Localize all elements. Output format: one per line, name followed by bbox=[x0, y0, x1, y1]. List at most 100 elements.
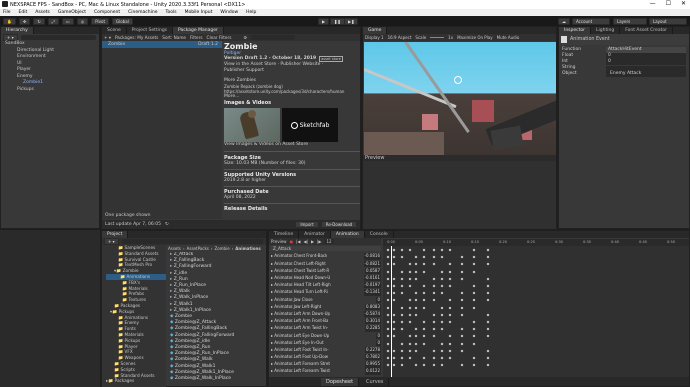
tab-animation[interactable]: Animation bbox=[330, 231, 365, 238]
keyframe[interactable] bbox=[432, 313, 436, 317]
tab-animator[interactable]: Animator bbox=[299, 231, 331, 238]
dopesheet-area[interactable] bbox=[383, 246, 689, 378]
tab-project-settings[interactable]: Project Settings bbox=[127, 27, 174, 34]
keyframe[interactable] bbox=[392, 327, 396, 331]
keyframe[interactable] bbox=[386, 270, 390, 274]
frame-field[interactable]: 12 bbox=[324, 239, 334, 244]
property-value[interactable]: 0.0122 bbox=[365, 368, 381, 375]
project-search-input[interactable] bbox=[121, 239, 263, 244]
property-value[interactable]: 0.7802 bbox=[365, 354, 381, 361]
keyframe[interactable] bbox=[386, 342, 390, 346]
keyframe[interactable] bbox=[460, 277, 464, 281]
scale-slider[interactable] bbox=[430, 37, 445, 38]
project-create-button[interactable]: + ▾ bbox=[104, 238, 119, 245]
keyframe[interactable] bbox=[422, 320, 426, 324]
keyframe[interactable] bbox=[400, 291, 404, 295]
keyframe[interactable] bbox=[486, 313, 490, 317]
menu-tools[interactable]: Tools bbox=[165, 10, 176, 15]
animation-property-row[interactable]: ▸ Animator.Left Forearm Twist 0.0122 bbox=[271, 368, 381, 375]
keyframe[interactable] bbox=[408, 349, 412, 353]
global-toggle[interactable]: Global bbox=[112, 17, 133, 25]
keyframe[interactable] bbox=[432, 356, 436, 360]
keyframe[interactable] bbox=[440, 320, 444, 324]
keyframe[interactable] bbox=[422, 255, 426, 259]
keyframe[interactable] bbox=[432, 284, 436, 288]
keyframe[interactable] bbox=[386, 298, 390, 302]
rect-tool-button[interactable]: ▭ bbox=[61, 17, 74, 25]
keyframe[interactable] bbox=[422, 356, 426, 360]
keyframe[interactable] bbox=[448, 262, 452, 266]
keyframe[interactable] bbox=[408, 248, 412, 252]
keyframe[interactable] bbox=[392, 277, 396, 281]
keyframe[interactable] bbox=[432, 320, 436, 324]
package-list-item[interactable]: Zombie Draft 1.2 bbox=[102, 41, 222, 48]
anim-play-button[interactable]: ▶ bbox=[311, 239, 314, 244]
animation-property-row[interactable]: ▸ Animator.Left Arm Front-Ba 0.3014 bbox=[271, 318, 381, 325]
keyframe[interactable] bbox=[392, 284, 396, 288]
animation-property-row[interactable]: ▸ Animator.Head Tilt Left-Righ -0.0197 bbox=[271, 282, 381, 289]
keyframe[interactable] bbox=[422, 270, 426, 274]
keyframe[interactable] bbox=[472, 284, 476, 288]
keyframe[interactable] bbox=[392, 363, 396, 367]
sort-dropdown[interactable]: Sort: Name bbox=[162, 35, 186, 40]
keyframe[interactable] bbox=[460, 298, 464, 302]
keyframe[interactable] bbox=[486, 298, 490, 302]
breadcrumb-item[interactable]: AssetPacks bbox=[187, 246, 209, 251]
property-value[interactable]: 0 bbox=[376, 296, 381, 303]
keyframe[interactable] bbox=[408, 342, 412, 346]
keyframe[interactable] bbox=[422, 262, 426, 266]
keyframe[interactable] bbox=[422, 327, 426, 331]
animation-property-row[interactable]: ▸ Animator.Left Arm Down-Up -0.5874 bbox=[271, 310, 381, 318]
prev-key-button[interactable]: ◀| bbox=[304, 239, 308, 244]
keyframe[interactable] bbox=[460, 255, 464, 259]
keyframe[interactable] bbox=[460, 262, 464, 266]
animation-property-row[interactable]: ▸ Animator.Left Forearm Stret 0.9955 bbox=[271, 361, 381, 368]
keyframe[interactable] bbox=[448, 349, 452, 353]
keyframe[interactable] bbox=[386, 363, 390, 367]
keyframe[interactable] bbox=[400, 363, 404, 367]
packages-filter-dropdown[interactable]: Packages: My Assets bbox=[115, 35, 158, 40]
keyframe[interactable] bbox=[386, 313, 390, 317]
tab-console[interactable]: Console bbox=[365, 231, 394, 238]
keyframe[interactable] bbox=[472, 320, 476, 324]
tab-game[interactable]: Game bbox=[363, 27, 388, 34]
menu-window[interactable]: Window bbox=[220, 10, 238, 15]
keyframe[interactable] bbox=[422, 306, 426, 310]
menu-file[interactable]: File bbox=[3, 10, 11, 15]
keyframe[interactable] bbox=[448, 270, 452, 274]
keyframe[interactable] bbox=[440, 306, 444, 310]
hierarchy-search-input[interactable] bbox=[20, 35, 96, 40]
property-value[interactable]: -0.0161 bbox=[363, 275, 381, 282]
property-value[interactable]: 0.8083 bbox=[365, 303, 381, 310]
keyframe[interactable] bbox=[486, 248, 490, 252]
display-dropdown[interactable]: Display 1 bbox=[365, 35, 384, 40]
close-button[interactable]: ✕ bbox=[681, 0, 686, 7]
keyframe[interactable] bbox=[414, 277, 418, 281]
keyframe[interactable] bbox=[392, 320, 396, 324]
keyframe[interactable] bbox=[400, 255, 404, 259]
property-value[interactable]: 0 bbox=[376, 332, 381, 339]
keyframe[interactable] bbox=[440, 277, 444, 281]
keyframe[interactable] bbox=[392, 255, 396, 259]
keyframe[interactable] bbox=[448, 284, 452, 288]
package-search-input[interactable] bbox=[251, 35, 296, 40]
keyframe[interactable] bbox=[440, 356, 444, 360]
animation-property-row[interactable]: ▸ Animator.Chest Twist Left-R 0.0587 bbox=[271, 267, 381, 275]
keyframe[interactable] bbox=[472, 248, 476, 252]
maximize-button[interactable]: ☐ bbox=[666, 0, 671, 7]
keyframe[interactable] bbox=[432, 298, 436, 302]
keyframe[interactable] bbox=[408, 334, 412, 338]
redownload-button[interactable]: Re-Download bbox=[321, 221, 357, 228]
keyframe[interactable] bbox=[432, 262, 436, 266]
layout-dropdown[interactable]: Layout bbox=[649, 17, 687, 25]
keyframe[interactable] bbox=[414, 313, 418, 317]
keyframe[interactable] bbox=[448, 248, 452, 252]
keyframe[interactable] bbox=[386, 248, 390, 252]
keyframe[interactable] bbox=[460, 342, 464, 346]
keyframe[interactable] bbox=[386, 356, 390, 360]
menu-component[interactable]: Component bbox=[94, 10, 120, 15]
keyframe[interactable] bbox=[414, 342, 418, 346]
layers-dropdown[interactable]: Layers bbox=[613, 17, 647, 25]
menu-gameobject[interactable]: GameObject bbox=[58, 10, 86, 15]
keyframe[interactable] bbox=[400, 349, 404, 353]
